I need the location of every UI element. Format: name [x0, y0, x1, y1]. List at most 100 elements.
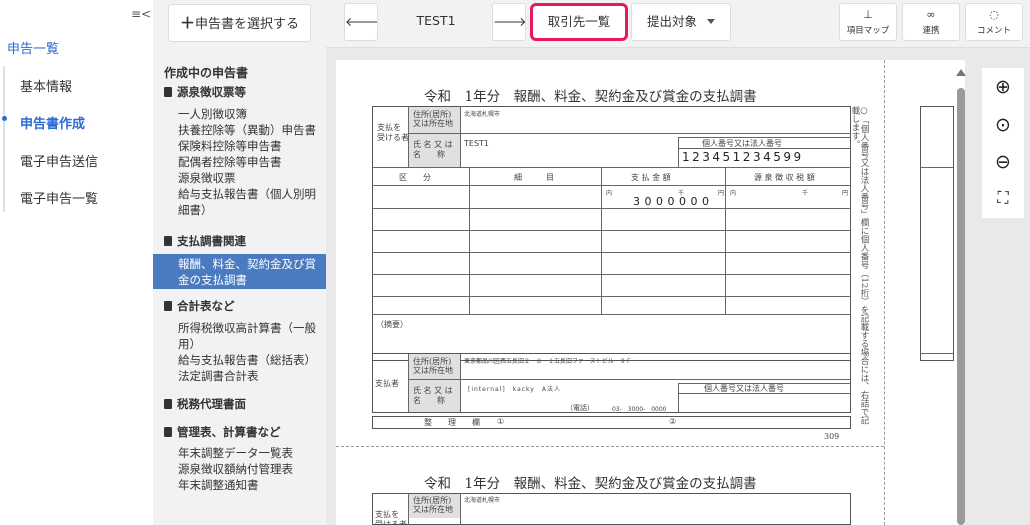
payer-label: 支払者 [375, 379, 399, 388]
fullscreen-icon[interactable]: ⛶ [990, 185, 1016, 211]
zoom-in-icon[interactable]: ⊕ [990, 74, 1016, 100]
phone-label: （電話） [566, 404, 594, 412]
sidebar-item-basic-info[interactable]: 基本情報 [20, 76, 72, 95]
partner-list-button[interactable]: 取引先一覧 [530, 3, 628, 41]
app-root: ≡< 申告一覧 基本情報 申告書作成 電子申告送信 電子申告一覧 ＋申告書を選択… [0, 0, 1030, 525]
document-title: TEST1 [416, 13, 456, 28]
group-label: 支払調書関連 [177, 234, 246, 248]
form-right-copy [920, 106, 954, 361]
select-document-button[interactable]: ＋申告書を選択する [168, 4, 311, 42]
doc-item[interactable]: 保険料控除等申告書 [178, 138, 323, 154]
side-instruction: ○「個人番号又は法人番号」欄に個人番号（12桁）を記載する場合には、右詰で記載し… [850, 106, 869, 425]
sidebar-item-create[interactable]: 申告書作成 [20, 113, 85, 132]
page-guide [884, 60, 885, 525]
document-icon [164, 236, 172, 246]
name-value[interactable]: TEST1 [464, 139, 489, 148]
link-icon: ∞ [926, 8, 936, 21]
unit-uchi-tax: 内 [730, 190, 737, 197]
doc-item[interactable]: 給与支払報告書（総括表） [178, 352, 323, 368]
group-label: 管理表、計算書など [177, 425, 281, 439]
group-shiharai: 支払調書関連 [164, 233, 246, 249]
chevron-down-icon [707, 19, 715, 24]
doc-item[interactable]: 一人別徴収簿 [178, 106, 323, 122]
submit-target-label: 提出対象 [646, 14, 697, 29]
document-icon [164, 427, 172, 437]
seiri-label: 整 理 欄 [424, 418, 480, 427]
unit-uchi: 内 [606, 190, 613, 197]
group-label: 源泉徴収票等 [177, 85, 246, 99]
page-break-guide [336, 446, 884, 447]
sitemap-icon: ⊥ [863, 8, 873, 21]
item-map-button[interactable]: ⊥ 項目マップ [839, 3, 897, 41]
doc-item-selected[interactable]: 報酬、料金、契約金及び賞金の支払調書 [153, 254, 326, 289]
forward-button[interactable]: 🡒 [492, 3, 527, 41]
payee-label: 支払を 受ける者 [377, 123, 409, 142]
doc-item[interactable]: 配偶者控除等申告書 [178, 154, 323, 170]
tekiyo-label: （摘要） [376, 320, 408, 329]
zoom-out-icon[interactable]: ⊖ [990, 149, 1016, 175]
center-target-icon[interactable]: ⊙ [990, 112, 1016, 138]
amount-value[interactable]: 3000000 [633, 195, 714, 208]
group-label: 税務代理書面 [177, 397, 246, 411]
group-zeimu[interactable]: 税務代理書面 [164, 396, 246, 412]
address-label: 住所(居所) 又は所在地 [413, 110, 453, 128]
document-icon [164, 87, 172, 97]
form-title: 令和 1年分 報酬、料金、契約金及び賞金の支払調書 [424, 89, 757, 105]
link-label: 連携 [922, 26, 940, 36]
doc-item[interactable]: 源泉徴収票 [178, 170, 323, 186]
document-viewer[interactable]: 令和 1年分 報酬、料金、契約金及び賞金の支払調書 支払を 受ける者 住所(居所… [326, 48, 1030, 525]
doc-item[interactable]: 所得税徴収高計算書（一般用） [178, 320, 323, 352]
comment-label: コメント [976, 26, 1011, 36]
doc-item[interactable]: 扶養控除等（異動）申告書 [178, 122, 323, 138]
form2-address-value[interactable]: 北海道札幌市 [464, 495, 500, 504]
scrollbar-thumb[interactable] [957, 88, 965, 525]
group-kanri: 管理表、計算書など [164, 424, 281, 440]
doc-item[interactable]: 源泉徴収額納付管理表 [178, 461, 323, 477]
payer-name-value[interactable]: [internal] kacky A法人 [468, 384, 561, 393]
col-kubun: 区 分 [399, 173, 431, 182]
name-label: 氏 名 又 は 名 称 [413, 140, 453, 159]
unit-sen-tax: 千 [802, 190, 809, 197]
zoom-controls: ⊕ ⊙ ⊖ ⛶ [982, 68, 1024, 218]
arrow-right-icon: 🡒 [493, 14, 527, 29]
panel-title: 作成中の申告書 [164, 66, 249, 80]
item-map-label: 項目マップ [846, 26, 890, 36]
select-document-label: 申告書を選択する [195, 17, 300, 32]
link-button[interactable]: ∞ 連携 [902, 3, 960, 41]
group-gokei: 合計表など [164, 298, 235, 314]
document-icon [164, 301, 172, 311]
active-indicator-icon [2, 116, 7, 121]
doc-item[interactable]: 法定調書合計表 [178, 368, 323, 384]
document-icon [164, 399, 172, 409]
doc-item[interactable]: 年末調整データ一覧表 [178, 445, 323, 461]
sidebar-item-e-list[interactable]: 電子申告一覧 [20, 188, 98, 207]
collapse-sidebar-icon[interactable]: ≡< [131, 7, 151, 21]
sidebar-item-e-submit[interactable]: 電子申告送信 [20, 151, 98, 170]
unit-en-tax: 円 [842, 190, 849, 197]
scroll-up-icon[interactable] [956, 69, 966, 76]
address-value[interactable]: 北海道札幌市 [464, 109, 500, 118]
doc-item[interactable]: 年末調整通知書 [178, 477, 323, 493]
plus-icon: ＋ [179, 14, 195, 32]
toolbar: 🡐 TEST1 🡒 取引先一覧 提出対象 ⊥ 項目マップ ∞ 連携 ◌ コメント [326, 0, 1030, 48]
submit-target-dropdown[interactable]: 提出対象 [631, 3, 731, 41]
doc-item[interactable]: 給与支払報告書（個人別明細書） [178, 186, 323, 218]
group-gensen: 源泉徴収票等 [164, 84, 246, 100]
arrow-left-icon: 🡐 [345, 14, 379, 29]
phone-value[interactable]: 03- 3000- 0000 [612, 404, 667, 413]
comment-button[interactable]: ◌ コメント [965, 3, 1023, 41]
back-button[interactable]: 🡐 [344, 3, 379, 41]
payer-name-label: 氏 名 又 は 名 称 [413, 386, 453, 405]
form2-address-label: 住所(居所) 又は所在地 [413, 496, 453, 514]
payer-address-label: 住所(居所) 又は所在地 [413, 357, 453, 375]
seiri-2: ② [669, 417, 677, 426]
document-panel: ＋申告書を選択する 作成中の申告書 源泉徴収票等 一人別徴収簿 扶養控除等（異動… [153, 0, 326, 525]
unit-en: 円 [718, 190, 725, 197]
nav-tree-line [3, 66, 5, 212]
sidebar-item-declarations[interactable]: 申告一覧 [7, 38, 59, 57]
form2-title: 令和 1年分 報酬、料金、契約金及び賞金の支払調書 [424, 476, 757, 492]
seiri-1: ① [497, 417, 505, 426]
col-saimoku: 細 目 [514, 173, 554, 182]
payer-address-value[interactable]: 東京都品川区西五反田２－８－１五反田ファーストビル ９Ｆ [464, 356, 632, 365]
mynumber-value[interactable]: 123451234599 [682, 150, 804, 164]
